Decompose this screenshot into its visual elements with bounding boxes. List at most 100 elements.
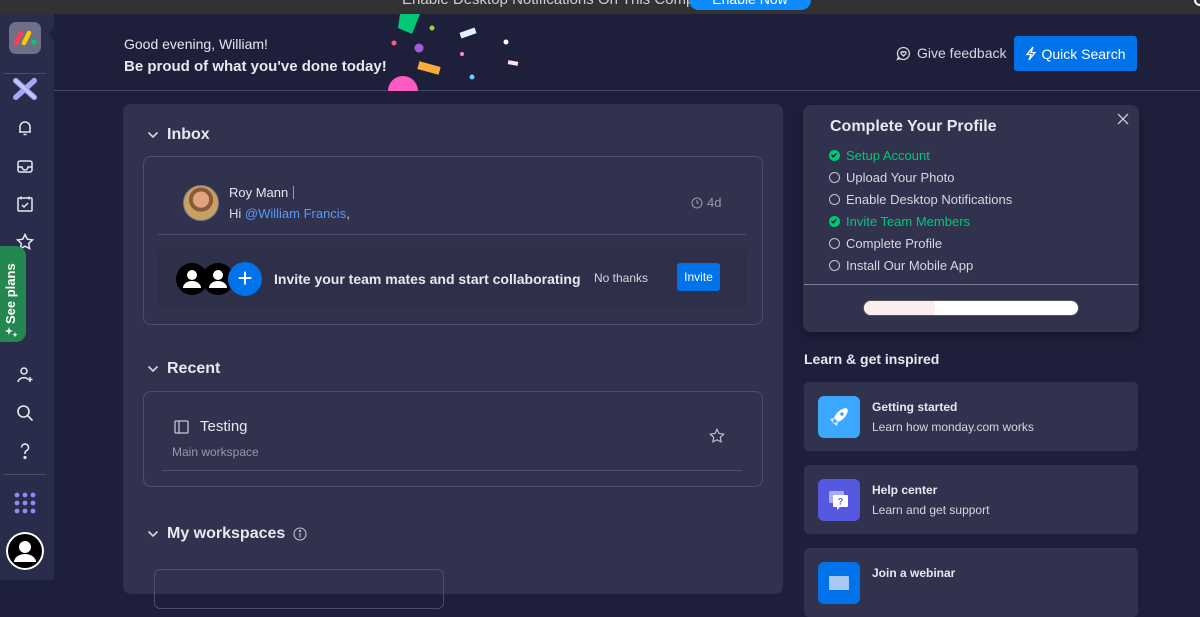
see-plans-button[interactable]: See plans — [0, 246, 26, 342]
learn-card-name: Getting started — [872, 400, 958, 414]
quick-search-button[interactable]: Quick Search — [1014, 36, 1137, 71]
inbox-card: Roy Mann Hi @William Francis, 4d + Invit… — [143, 156, 763, 325]
profile-divider — [804, 284, 1138, 285]
nav-divider — [4, 73, 46, 74]
empty-circle-icon — [829, 237, 840, 249]
learn-card-name: Help center — [872, 483, 938, 497]
name-separator — [293, 186, 294, 199]
feedback-icon — [896, 46, 910, 61]
profile-item-label: Setup Account — [846, 147, 930, 163]
empty-circle-icon — [829, 193, 840, 205]
chevron-down-icon — [147, 131, 159, 139]
banner-close-icon[interactable] — [1194, 0, 1200, 6]
plus-icon[interactable]: + — [228, 262, 262, 296]
profile-checklist-item[interactable]: Complete Profile — [829, 232, 1012, 254]
confetti-decoration — [388, 14, 519, 91]
recent-board-card[interactable]: Testing Main workspace — [143, 391, 763, 487]
invite-text: Invite your team mates and start collabo… — [274, 271, 581, 287]
inbox-section-header[interactable]: Inbox — [147, 126, 210, 144]
board-name[interactable]: Testing — [200, 418, 248, 435]
webinar-icon — [818, 562, 860, 604]
no-thanks-button[interactable]: No thanks — [594, 271, 648, 285]
recent-title: Recent — [167, 360, 221, 377]
help-center-card[interactable]: ? Help center Learn and get support — [804, 465, 1138, 534]
inbox-title: Inbox — [167, 126, 210, 143]
monday-logo[interactable] — [9, 22, 41, 54]
message-time: 4d — [691, 195, 721, 210]
profile-item-label: Invite Team Members — [846, 213, 971, 229]
empty-circle-icon — [829, 259, 840, 271]
inbox-icon[interactable] — [13, 154, 37, 178]
help-icon[interactable] — [13, 439, 37, 463]
profile-checklist-item[interactable]: Enable Desktop Notifications — [829, 188, 1012, 210]
info-icon[interactable] — [293, 527, 307, 541]
empty-circle-icon — [829, 171, 840, 183]
complete-profile-card: Complete Your Profile Setup Account Uploa… — [803, 105, 1139, 332]
bell-icon[interactable] — [13, 116, 37, 140]
profile-progress-bar — [863, 300, 1079, 316]
workspaces-section-header[interactable]: My workspaces — [147, 525, 307, 543]
check-circle-icon — [829, 149, 840, 161]
svg-text:?: ? — [838, 497, 844, 507]
enable-now-button[interactable]: Enable Now — [689, 0, 811, 10]
search-icon[interactable] — [13, 401, 37, 425]
chevron-down-icon — [147, 530, 159, 538]
getting-started-card[interactable]: Getting started Learn how monday.com wor… — [804, 382, 1138, 451]
profile-item-label: Install Our Mobile App — [846, 257, 974, 273]
page-header: Good evening, William! Be proud of what … — [54, 14, 1200, 91]
mention-link[interactable]: @William Francis — [245, 206, 346, 221]
message-body: Hi @William Francis, — [229, 206, 350, 221]
profile-checklist-item[interactable]: Setup Account — [829, 144, 1012, 166]
learn-card-desc: Learn how monday.com works — [872, 420, 1034, 434]
invite-button[interactable]: Invite — [677, 263, 720, 291]
profile-checklist-item[interactable]: Install Our Mobile App — [829, 254, 1012, 276]
invite-user-icon[interactable] — [13, 363, 37, 387]
learn-card-name: Join a webinar — [872, 566, 956, 580]
quick-search-label: Quick Search — [1041, 45, 1126, 62]
profile-item-label: Enable Desktop Notifications — [846, 191, 1013, 207]
profile-progress-fill — [864, 301, 936, 315]
inbox-divider — [158, 234, 746, 235]
board-workspace: Main workspace — [172, 445, 259, 459]
close-icon[interactable] — [1116, 112, 1130, 126]
nav-divider — [4, 474, 46, 475]
calendar-check-icon[interactable] — [13, 192, 37, 216]
workspace-card[interactable] — [154, 569, 444, 609]
user-avatar[interactable] — [6, 532, 44, 570]
workspaces-title: My workspaces — [167, 525, 286, 542]
see-plans-label: See plans — [3, 263, 18, 324]
sender-name[interactable]: Roy Mann — [229, 185, 288, 200]
invite-avatars: + — [176, 262, 266, 296]
workspace-switch-icon[interactable] — [13, 77, 37, 101]
learn-card-desc: Learn and get support — [872, 503, 990, 517]
profile-checklist: Setup Account Upload Your Photo Enable Des… — [829, 144, 1012, 276]
time-label: 4d — [707, 195, 722, 210]
notification-banner: Enable Desktop Notifications On This Com… — [0, 0, 1200, 14]
chevron-down-icon — [147, 365, 159, 373]
invite-teammates-box: + Invite your team mates and start colla… — [158, 249, 746, 309]
star-icon[interactable] — [709, 428, 725, 444]
apps-grid-icon[interactable] — [13, 491, 37, 515]
left-nav: See plans — [0, 14, 54, 580]
give-feedback-button[interactable]: Give feedback — [896, 45, 1007, 61]
sparkle-icon — [5, 327, 18, 338]
profile-item-label: Upload Your Photo — [846, 169, 955, 185]
learn-section-title: Learn & get inspired — [804, 351, 940, 367]
board-icon — [174, 420, 189, 434]
join-webinar-card[interactable]: Join a webinar — [804, 548, 1138, 617]
rocket-icon — [818, 396, 860, 438]
profile-title: Complete Your Profile — [830, 118, 997, 135]
clock-icon — [691, 196, 703, 209]
home-main-panel: Inbox Roy Mann Hi @William Francis, 4d +… — [123, 104, 783, 609]
feedback-label: Give feedback — [917, 45, 1007, 61]
check-circle-icon — [829, 215, 840, 227]
banner-message: Enable Desktop Notifications On This Com… — [402, 0, 720, 8]
recent-section-header[interactable]: Recent — [147, 360, 220, 378]
message-suffix: , — [346, 206, 350, 221]
profile-checklist-item[interactable]: Upload Your Photo — [829, 166, 1012, 188]
profile-item-label: Complete Profile — [846, 235, 943, 251]
profile-checklist-item[interactable]: Invite Team Members — [829, 210, 1012, 232]
message-greeting: Hi — [229, 206, 245, 221]
recent-divider — [162, 470, 742, 471]
sender-avatar[interactable] — [183, 185, 219, 221]
